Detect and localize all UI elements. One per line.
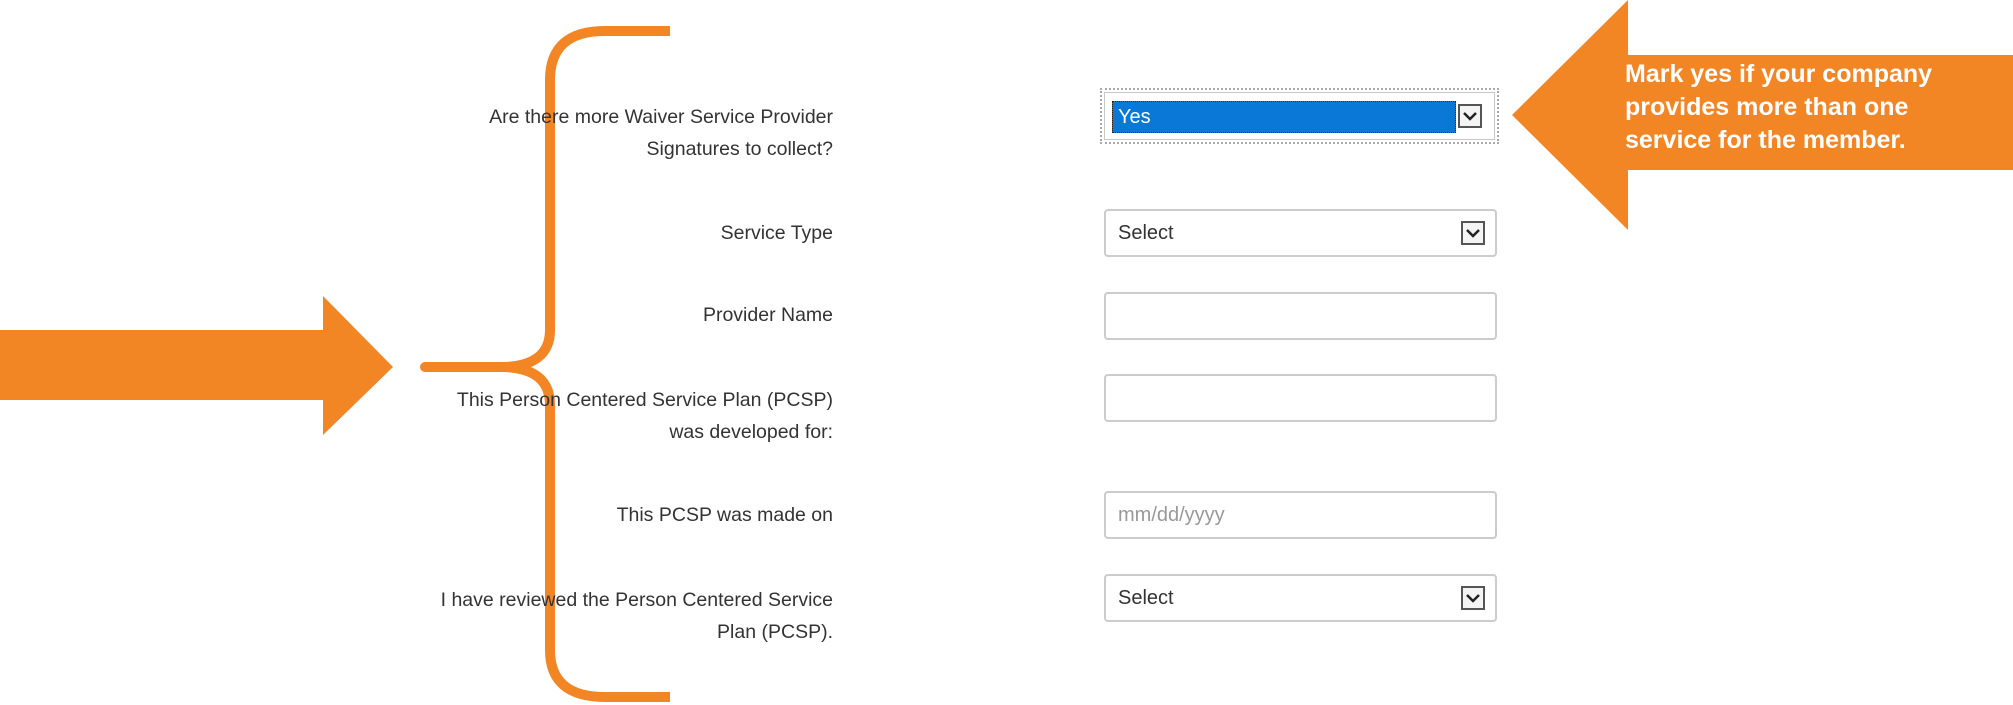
provider-name-label: Provider Name	[702, 304, 833, 326]
service-type-label: Service Type	[720, 222, 833, 244]
arrow-right-icon	[0, 296, 393, 435]
callout-line: provides more than one	[1625, 93, 1909, 121]
callout-text: Mark yes if your company provides more t…	[1625, 58, 2005, 157]
reviewed-pcsp-label: I have reviewed the Person Centered Serv…	[440, 589, 833, 643]
waiver-question-label: Are there more Waiver Service Provider S…	[489, 106, 833, 160]
pcsp-made-on-date-input[interactable]: mm/dd/yyyy	[1104, 491, 1497, 539]
chevron-down-icon	[1461, 221, 1485, 245]
selected-value: Select	[1118, 587, 1174, 609]
pcsp-developed-for-input[interactable]	[1104, 374, 1497, 422]
reviewed-pcsp-select[interactable]: Select	[1104, 574, 1497, 622]
date-placeholder: mm/dd/yyyy	[1118, 504, 1225, 526]
selected-value: Yes	[1118, 106, 1151, 128]
chevron-down-icon	[1461, 586, 1485, 610]
service-type-select[interactable]: Select	[1104, 209, 1497, 257]
provider-name-input[interactable]	[1104, 292, 1497, 340]
selected-value: Select	[1118, 222, 1174, 244]
waiver-selected-option[interactable]: Yes	[1112, 101, 1456, 133]
pcsp-made-on-label: This PCSP was made on	[616, 504, 833, 526]
callout-line: service for the member.	[1625, 126, 1906, 154]
pcsp-developed-for-label: This Person Centered Service Plan (PCSP)…	[456, 389, 833, 443]
callout-line: Mark yes if your company	[1625, 60, 1933, 88]
chevron-down-icon[interactable]	[1458, 104, 1482, 128]
